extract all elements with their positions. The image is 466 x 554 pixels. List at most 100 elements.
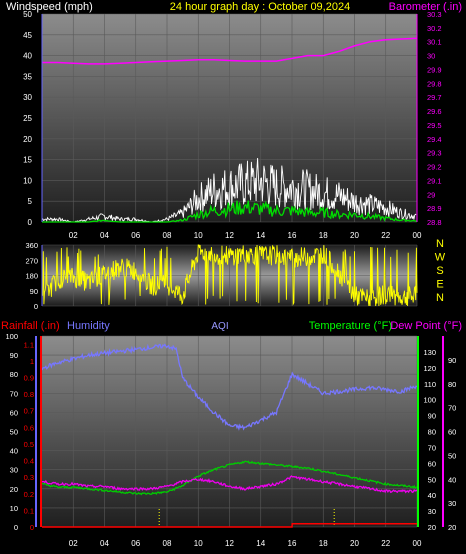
wind-x-tick: 00 — [413, 231, 422, 240]
humidity-y-tick: 30 — [10, 466, 18, 475]
barometer-y-tick: 30.1 — [427, 38, 442, 47]
rainfall-y-tick: 0.9 — [24, 374, 34, 383]
wind-y-tick: 35 — [23, 72, 32, 81]
wind-y-tick: 50 — [23, 10, 32, 19]
wind-y-tick: 25 — [23, 114, 32, 123]
rainfall-y-ticks: 0 0.1 0.2 0.3 0.4 0.5 0.6 0.7 0.8 0.9 1 1.1 — [24, 340, 34, 532]
temperature-y-tick: 40 — [428, 491, 436, 500]
temperature-y-tick: 20 — [428, 523, 436, 532]
dew-point-y-tick: 70 — [448, 404, 456, 413]
humidity-x-tick: 02 — [69, 539, 78, 548]
humidity-x-tick: 12 — [225, 539, 234, 548]
temperature-y-tick: 80 — [428, 428, 436, 437]
barometer-label: Barometer (.in) — [389, 1, 462, 13]
direction-y-tick: 360 — [25, 241, 38, 250]
barometer-y-tick: 29.5 — [427, 121, 442, 130]
dew-point-y-tick: 60 — [448, 428, 456, 437]
humidity-y-tick: 90 — [10, 351, 18, 360]
dew-point-y-tick: 20 — [448, 523, 456, 532]
direction-y-tick: 90 — [30, 287, 38, 296]
rainfall-y-tick: 1 — [30, 357, 34, 366]
rainfall-label: Rainfall (.in) — [1, 320, 60, 332]
barometer-y-ticks: 28.8 28.9 29 29.1 29.2 29.3 29.4 29.5 29.6 29.7 29… — [427, 10, 442, 227]
temperature-y-tick: 90 — [428, 412, 436, 421]
temperature-y-tick: 50 — [428, 475, 436, 484]
temperature-y-ticks: 20 30 40 50 60 70 80 90 100 110 120 130 — [423, 348, 436, 532]
rainfall-y-tick: 0.4 — [24, 457, 34, 466]
barometer-y-tick: 28.9 — [427, 204, 442, 213]
barometer-y-tick: 29.9 — [427, 65, 442, 74]
dew-point-label: Dew Point (°F) — [390, 320, 462, 332]
direction-y-tick: 180 — [25, 272, 38, 281]
wind-x-tick: 14 — [256, 231, 265, 240]
wind-y-tick: 5 — [28, 197, 33, 206]
barometer-y-tick: 29.6 — [427, 107, 442, 116]
direction-y-tick: 270 — [25, 256, 38, 265]
humidity-y-ticks: 0 10 20 30 40 50 60 70 80 90 100 — [5, 332, 18, 532]
compass-label: N — [436, 238, 444, 250]
rainfall-y-tick: 0.7 — [24, 407, 34, 416]
humidity-y-tick: 50 — [10, 428, 18, 437]
rainfall-y-tick: 0.8 — [24, 390, 34, 399]
wind-y-tick: 0 — [28, 218, 33, 227]
barometer-y-tick: 29.7 — [427, 93, 442, 102]
wind-x-ticks: 02 04 06 08 10 12 14 16 18 20 22 00 — [69, 231, 422, 240]
wind-x-tick: 02 — [69, 231, 78, 240]
compass-label: W — [435, 252, 446, 264]
barometer-y-tick: 30.3 — [427, 10, 442, 19]
weather-graph: Windspeed (mph) 24 hour graph day : Octo… — [1, 1, 462, 548]
humidity-x-tick: 10 — [194, 539, 203, 548]
humidity-y-tick: 60 — [10, 408, 18, 417]
humidity-x-tick: 04 — [100, 539, 109, 548]
wind-y-tick: 45 — [23, 31, 32, 40]
aqi-label: AQI — [211, 321, 228, 332]
dew-point-y-tick: 40 — [448, 475, 456, 484]
barometer-y-tick: 29.3 — [427, 149, 442, 158]
rainfall-y-tick: 0.5 — [24, 440, 34, 449]
wind-y-tick: 40 — [23, 52, 32, 61]
temperature-y-tick: 100 — [423, 396, 436, 405]
graph-title: 24 hour graph day : October 09,2024 — [170, 1, 350, 13]
windspeed-label: Windspeed (mph) — [6, 1, 93, 13]
wind-x-tick: 06 — [131, 231, 140, 240]
barometer-y-tick: 30.2 — [427, 24, 442, 33]
wind-x-tick: 10 — [194, 231, 203, 240]
dew-point-y-tick: 90 — [448, 356, 456, 365]
wind-x-tick: 22 — [381, 231, 390, 240]
humidity-label: Humidity — [67, 320, 110, 332]
humidity-y-tick: 80 — [10, 370, 18, 379]
wind-x-tick: 16 — [288, 231, 297, 240]
barometer-y-tick: 29.8 — [427, 79, 442, 88]
humidity-x-tick: 18 — [319, 539, 328, 548]
humidity-x-tick: 20 — [350, 539, 359, 548]
compass-label: N — [436, 292, 444, 304]
wind-x-tick: 18 — [319, 231, 328, 240]
compass-labels: NWSEN — [435, 238, 446, 304]
humidity-x-tick: 08 — [163, 539, 172, 548]
temperature-y-tick: 70 — [428, 443, 436, 452]
barometer-y-tick: 29.2 — [427, 163, 442, 172]
humidity-y-tick: 40 — [10, 447, 18, 456]
temperature-y-tick: 110 — [424, 380, 436, 389]
barometer-y-tick: 29.4 — [427, 135, 442, 144]
temperature-y-tick: 60 — [428, 459, 436, 468]
wind-y-tick: 30 — [23, 93, 32, 102]
wind-x-tick: 04 — [100, 231, 109, 240]
temperature-y-tick: 130 — [423, 348, 436, 357]
humidity-x-tick: 22 — [381, 539, 390, 548]
temperature-label: Temperature (°F) — [309, 320, 392, 332]
dew-point-y-tick: 50 — [448, 451, 456, 460]
rainfall-y-tick: 1.1 — [24, 340, 34, 349]
barometer-y-tick: 29.1 — [427, 176, 442, 185]
wind-y-tick: 10 — [23, 176, 32, 185]
wind-x-tick: 08 — [163, 231, 172, 240]
barometer-y-tick: 29 — [427, 190, 435, 199]
wind-x-tick: 20 — [350, 231, 359, 240]
dew-point-y-tick: 30 — [448, 499, 456, 508]
wind-y-ticks: 0 5 10 15 20 25 30 35 40 45 50 — [23, 10, 32, 227]
humidity-y-tick: 10 — [10, 504, 18, 513]
rainfall-y-tick: 0 — [30, 523, 34, 532]
humidity-y-tick: 20 — [10, 485, 18, 494]
temperature-y-tick: 30 — [428, 507, 436, 516]
humidity-x-tick: 06 — [131, 539, 140, 548]
